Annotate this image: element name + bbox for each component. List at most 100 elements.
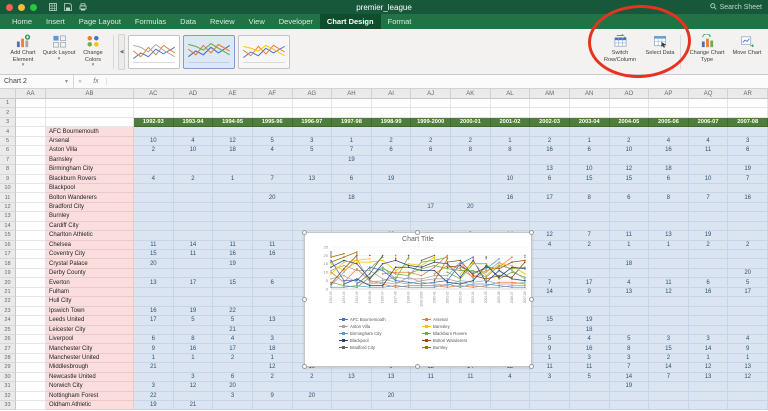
cell-AO8[interactable]: 12 [609, 165, 650, 175]
minimize-window-button[interactable] [18, 3, 25, 11]
cell-AO4[interactable] [609, 127, 650, 137]
print-icon[interactable] [79, 3, 87, 11]
cell-AR1[interactable] [728, 99, 768, 109]
column-header-AN[interactable]: AN [569, 89, 610, 99]
cell-AM15[interactable]: 12 [530, 231, 570, 241]
cell-AM21[interactable]: 14 [530, 287, 570, 298]
cell-AR33[interactable] [728, 401, 768, 411]
cell-AO19[interactable] [609, 268, 650, 279]
cell-AB30[interactable]: Newcastle United [46, 372, 134, 383]
cell-AG31[interactable] [292, 382, 333, 392]
cell-AM6[interactable]: 16 [530, 146, 570, 156]
cell-AN2[interactable] [569, 108, 610, 118]
row-header-2[interactable]: 2 [0, 108, 16, 118]
cell-AQ18[interactable] [688, 259, 729, 269]
cell-AQ16[interactable]: 2 [688, 240, 729, 250]
cell-AJ31[interactable] [411, 382, 451, 392]
selection-handle[interactable] [302, 364, 307, 369]
cell-AJ13[interactable] [411, 212, 451, 222]
cell-AO15[interactable]: 11 [609, 231, 650, 241]
row-header-28[interactable]: 28 [0, 353, 16, 364]
cell-AQ29[interactable]: 12 [688, 363, 729, 373]
cell-AO1[interactable] [609, 99, 650, 109]
cell-AM17[interactable] [530, 250, 570, 260]
cell-AE19[interactable] [213, 268, 253, 279]
cell-AK1[interactable] [451, 99, 491, 109]
cell-AD21[interactable] [173, 287, 214, 298]
cell-AJ6[interactable]: 6 [411, 146, 451, 156]
cell-AO6[interactable]: 10 [609, 146, 650, 156]
cell-AQ6[interactable]: 11 [688, 146, 729, 156]
cell-AD26[interactable]: 8 [173, 334, 214, 345]
cell-AA27[interactable] [16, 344, 46, 354]
cell-AI2[interactable] [371, 108, 412, 118]
cell-AP18[interactable] [649, 259, 689, 269]
cell-AO32[interactable] [609, 391, 650, 401]
cell-AQ1[interactable] [688, 99, 729, 109]
cell-AE10[interactable] [213, 183, 253, 194]
cell-AG14[interactable] [292, 221, 333, 232]
cell-AO25[interactable] [609, 325, 650, 335]
cell-AG33[interactable] [292, 401, 333, 411]
cell-AM11[interactable]: 17 [530, 193, 570, 203]
cell-AE25[interactable]: 21 [213, 325, 253, 335]
cell-AQ8[interactable] [688, 165, 729, 175]
cell-AN20[interactable]: 17 [569, 278, 610, 288]
cell-AM10[interactable] [530, 183, 570, 194]
cell-AB27[interactable]: Manchester City [46, 344, 134, 354]
cell-AR15[interactable] [728, 231, 768, 241]
cell-AC26[interactable]: 6 [134, 334, 174, 345]
cell-AE5[interactable]: 12 [213, 136, 253, 147]
gallery-scroll-left[interactable]: ◀ [118, 34, 125, 70]
cell-AL31[interactable] [490, 382, 531, 392]
cell-AF29[interactable]: 12 [252, 363, 293, 373]
cell-AQ22[interactable] [688, 297, 729, 307]
cell-AB7[interactable]: Barnsley [46, 155, 134, 166]
cell-AM30[interactable]: 3 [530, 372, 570, 383]
cell-AR22[interactable] [728, 297, 768, 307]
cell-AF30[interactable]: 2 [252, 372, 293, 383]
row-header-1[interactable]: 1 [0, 99, 16, 109]
cell-AB25[interactable]: Leicester City [46, 325, 134, 335]
cell-AD5[interactable]: 4 [173, 136, 214, 147]
ribbon-tab-format[interactable]: Format [381, 14, 419, 29]
cell-AA3[interactable] [16, 117, 46, 128]
cell-AR3[interactable]: 2007-08 [728, 117, 768, 128]
cell-AM18[interactable] [530, 259, 570, 269]
cell-AH11[interactable]: 18 [332, 193, 372, 203]
cell-AQ25[interactable] [688, 325, 729, 335]
cell-AE24[interactable]: 5 [213, 316, 253, 326]
cell-AR17[interactable] [728, 250, 768, 260]
cell-AF18[interactable] [252, 259, 293, 269]
column-header-AO[interactable]: AO [609, 89, 650, 99]
cell-AD16[interactable]: 14 [173, 240, 214, 250]
column-header-AH[interactable]: AH [332, 89, 372, 99]
cell-AQ2[interactable] [688, 108, 729, 118]
row-header-16[interactable]: 16 [0, 240, 16, 250]
cell-AC22[interactable] [134, 297, 174, 307]
column-header-AR[interactable]: AR [728, 89, 768, 99]
cell-AO14[interactable] [609, 221, 650, 232]
cell-AB20[interactable]: Everton [46, 278, 134, 288]
cell-AA25[interactable] [16, 325, 46, 335]
cell-AJ3[interactable]: 1999-2000 [411, 117, 451, 128]
cell-AB12[interactable]: Bradford City [46, 202, 134, 213]
cell-AJ2[interactable] [411, 108, 451, 118]
cell-AN29[interactable]: 11 [569, 363, 610, 373]
cell-AD20[interactable]: 17 [173, 278, 214, 288]
cell-AL33[interactable] [490, 401, 531, 411]
cell-AC27[interactable]: 9 [134, 344, 174, 354]
row-header-12[interactable]: 12 [0, 202, 16, 213]
cell-AF3[interactable]: 1995-96 [252, 117, 293, 128]
cell-AC15[interactable] [134, 231, 174, 241]
cell-AH4[interactable] [332, 127, 372, 137]
cell-AB24[interactable]: Leeds United [46, 316, 134, 326]
cell-AN22[interactable] [569, 297, 610, 307]
cell-AR26[interactable]: 4 [728, 334, 768, 345]
cell-AE9[interactable]: 1 [213, 174, 253, 184]
cell-AL1[interactable] [490, 99, 531, 109]
cell-AN5[interactable]: 1 [569, 136, 610, 147]
cell-AN3[interactable]: 2003-04 [569, 117, 610, 128]
cell-AD6[interactable]: 10 [173, 146, 214, 156]
cell-AP24[interactable] [649, 316, 689, 326]
